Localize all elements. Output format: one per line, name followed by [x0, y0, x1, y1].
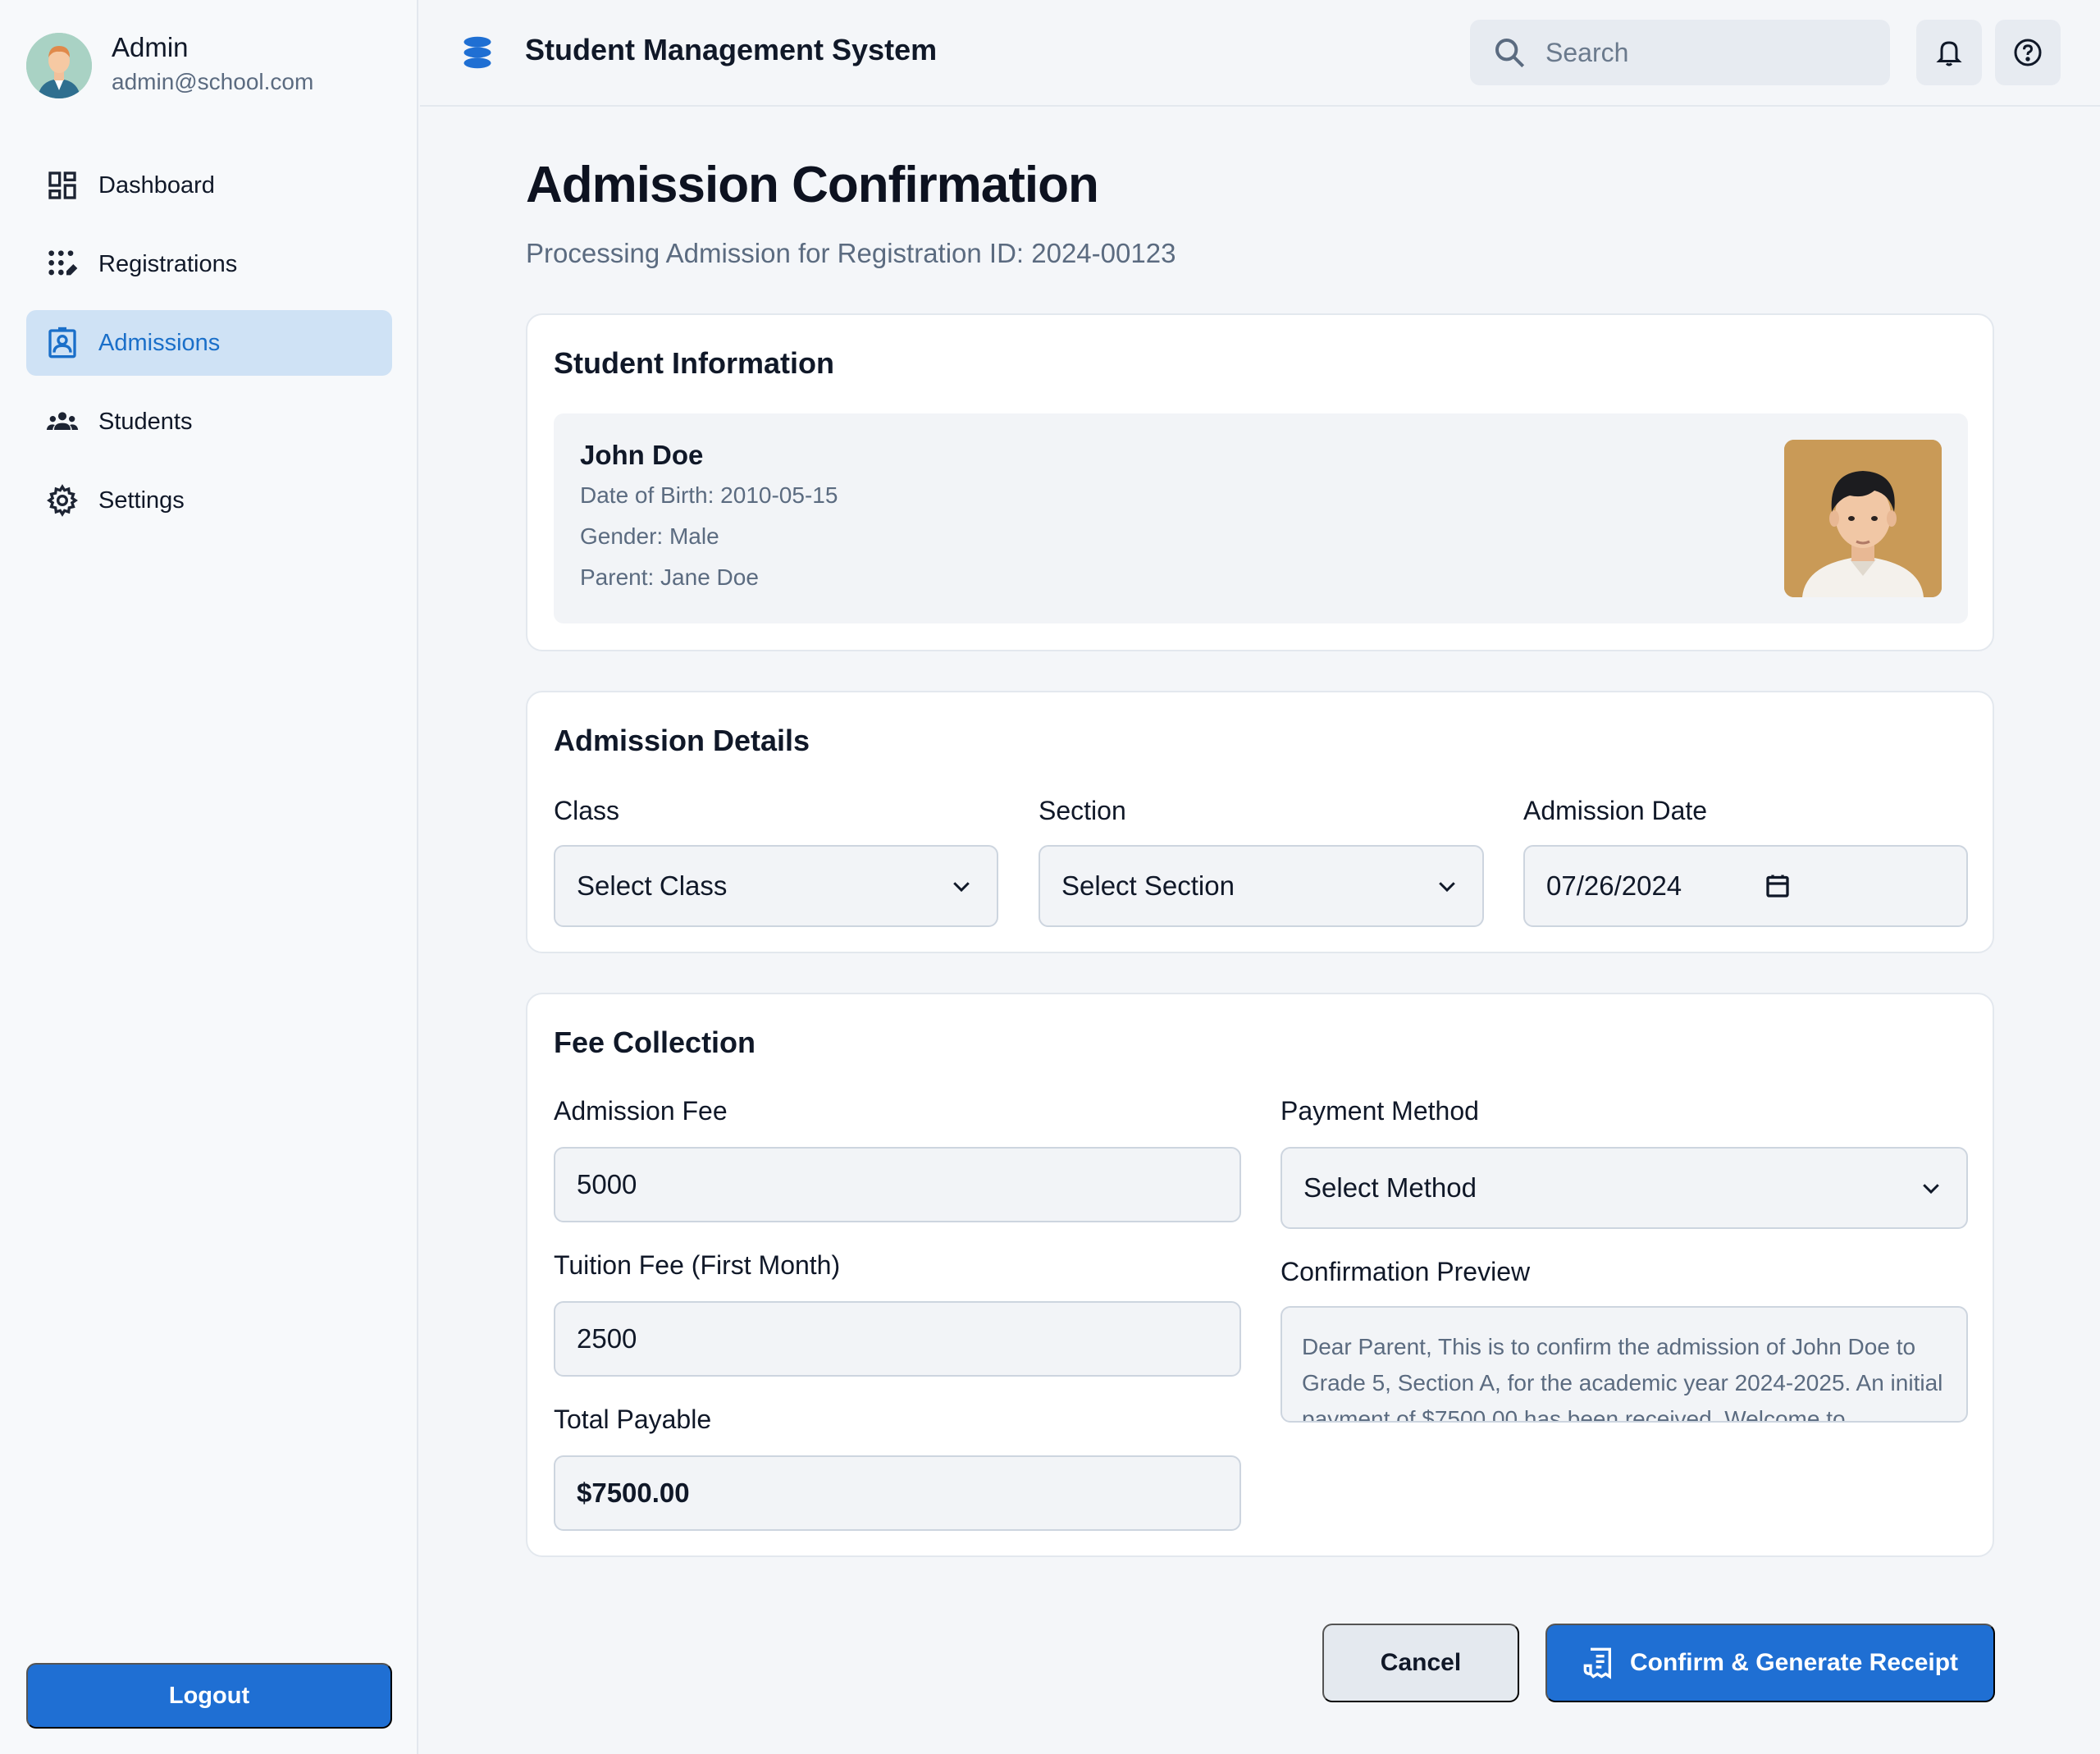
calendar-icon[interactable] — [1763, 871, 1792, 901]
tuition-fee-value: 2500 — [577, 1323, 637, 1354]
bell-icon — [1936, 41, 1962, 66]
confirmation-preview-textarea[interactable]: Dear Parent, This is to confirm the admi… — [1281, 1306, 1968, 1423]
admission-details-card: Admission Details Class Select Class Sec… — [526, 691, 1994, 953]
confirmation-preview-label: Confirmation Preview — [1281, 1257, 1531, 1286]
confirm-button-label: Confirm & Generate Receipt — [1629, 1649, 1959, 1676]
card-title: Admission Details — [554, 724, 810, 757]
app-logo-icon — [463, 36, 491, 69]
help-icon — [2014, 39, 2042, 66]
tuition-fee-input[interactable]: 2500 — [554, 1301, 1241, 1377]
app-title: Student Management System — [525, 33, 938, 66]
chevron-down-icon — [953, 882, 970, 893]
class-select[interactable]: Select Class — [554, 845, 998, 927]
notifications-button[interactable] — [1916, 20, 1982, 85]
card-title: Fee Collection — [554, 1025, 756, 1059]
sidebar-item-label: Students — [98, 408, 193, 435]
payment-method-value: Select Method — [1303, 1172, 1477, 1203]
admissions-icon — [48, 327, 76, 359]
student-name: John Doe — [580, 440, 704, 470]
total-payable-label: Total Payable — [554, 1405, 712, 1434]
avatar — [26, 33, 92, 98]
section-label: Section — [1039, 796, 1126, 825]
section-select-value: Select Section — [1061, 870, 1235, 901]
sidebar-item-registrations[interactable]: Registrations — [26, 231, 392, 297]
chevron-down-icon — [1923, 1184, 1939, 1194]
sidebar-item-dashboard[interactable]: Dashboard — [26, 153, 392, 218]
user-profile[interactable]: Admin admin@school.com — [26, 31, 313, 100]
total-payable-field: $7500.00 — [554, 1455, 1241, 1531]
student-photo — [1784, 440, 1942, 597]
fee-collection-card: Fee Collection Admission Fee 5000 Tuitio… — [526, 993, 1994, 1557]
cancel-button[interactable]: Cancel — [1322, 1624, 1519, 1702]
admission-date-input[interactable]: 07/26/2024 — [1523, 845, 1968, 927]
page-subtitle: Processing Admission for Registration ID… — [526, 238, 1176, 268]
admission-date-value: 07/26/2024 — [1546, 870, 1682, 901]
sidebar-item-admissions[interactable]: Admissions — [26, 310, 392, 376]
search-input[interactable] — [1545, 37, 1874, 68]
students-icon — [46, 412, 79, 430]
total-payable-value: $7500.00 — [577, 1478, 690, 1508]
top-header: Student Management System — [420, 0, 2100, 107]
payment-method-label: Payment Method — [1281, 1096, 1479, 1126]
class-select-value: Select Class — [577, 870, 728, 901]
payment-method-select[interactable]: Select Method — [1281, 1147, 1968, 1229]
dashboard-icon — [48, 171, 76, 199]
class-label: Class — [554, 796, 620, 825]
logout-button[interactable]: Logout — [26, 1663, 392, 1729]
student-summary: John Doe Date of Birth: 2010-05-15 Gende… — [554, 413, 1968, 623]
sidebar-item-students[interactable]: Students — [26, 389, 392, 454]
card-title: Student Information — [554, 346, 834, 380]
sidebar-item-label: Admissions — [98, 329, 221, 356]
page-title: Admission Confirmation — [526, 157, 1099, 213]
student-dob: Date of Birth: 2010-05-15 — [580, 482, 838, 508]
student-information-card: Student Information John Doe Date of Bir… — [526, 313, 1994, 651]
section-select[interactable]: Select Section — [1039, 845, 1484, 927]
student-gender: Gender: Male — [580, 523, 719, 549]
receipt-icon — [1583, 1647, 1611, 1679]
confirm-generate-receipt-button[interactable]: Confirm & Generate Receipt — [1545, 1624, 1995, 1702]
search-icon — [1495, 39, 1525, 68]
sidebar-item-label: Settings — [98, 486, 185, 514]
user-email: admin@school.com — [112, 69, 314, 94]
sidebar: Admin admin@school.com Dashboard Registr… — [0, 0, 418, 1754]
help-button[interactable] — [1995, 20, 2061, 85]
sidebar-item-label: Registrations — [98, 250, 238, 277]
gear-icon — [47, 484, 78, 517]
admission-fee-value: 5000 — [577, 1169, 637, 1199]
sidebar-item-label: Dashboard — [98, 171, 215, 199]
admission-fee-label: Admission Fee — [554, 1096, 728, 1126]
tuition-fee-label: Tuition Fee (First Month) — [554, 1250, 841, 1280]
sidebar-nav: Dashboard Registrations Admissions Stude… — [26, 153, 392, 546]
sidebar-item-settings[interactable]: Settings — [26, 468, 392, 533]
registrations-icon — [48, 250, 78, 276]
search-box[interactable] — [1470, 20, 1890, 85]
admission-date-label: Admission Date — [1523, 796, 1708, 825]
admission-fee-input[interactable]: 5000 — [554, 1147, 1241, 1222]
student-parent: Parent: Jane Doe — [580, 564, 759, 590]
chevron-down-icon — [1439, 882, 1455, 893]
user-name: Admin — [112, 32, 189, 62]
